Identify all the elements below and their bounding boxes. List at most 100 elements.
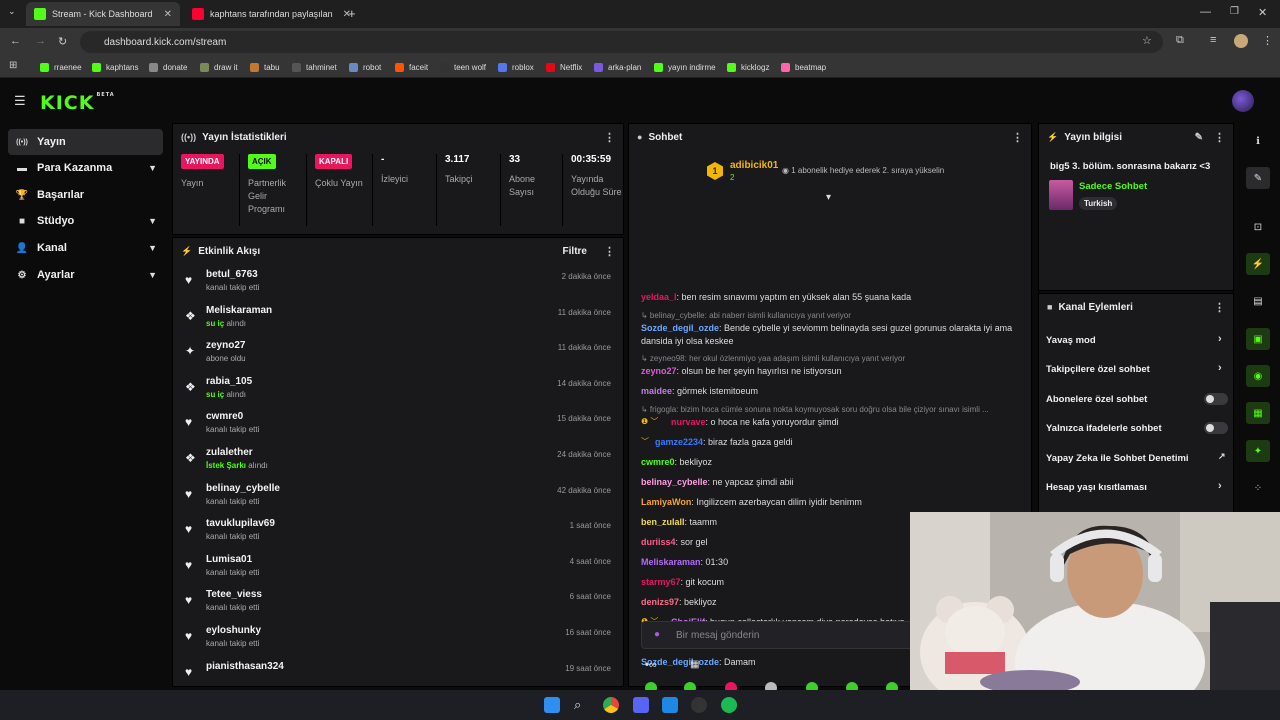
activity-username[interactable]: zeyno27 (206, 340, 245, 351)
close-tab-icon[interactable]: ✕ (164, 9, 172, 20)
bookmark[interactable]: rraenee (40, 59, 82, 75)
chat-username[interactable]: duriiss4 (641, 537, 676, 547)
activity-username[interactable]: Tetee_viess (206, 589, 262, 600)
activity-username[interactable]: Lumisa01 (206, 554, 252, 565)
action-slow-mode[interactable]: Yavaş mod (1046, 335, 1096, 346)
collapse-pinned-icon[interactable]: ▾ (826, 192, 831, 203)
chevron-right-icon[interactable]: › (1218, 333, 1222, 345)
document-icon[interactable]: ▤ (1246, 290, 1270, 312)
subscribers-only-toggle[interactable] (1204, 393, 1228, 405)
layout-icon[interactable]: ▦ (1246, 402, 1270, 424)
chat-username[interactable]: maidee (641, 386, 672, 396)
activity-username[interactable]: eyloshunky (206, 625, 261, 636)
bookmark[interactable]: roblox (498, 59, 534, 75)
chat-username[interactable]: nurvave (671, 417, 706, 427)
minimize-icon[interactable]: — (1200, 6, 1211, 18)
bookmark[interactable]: tabu (250, 59, 280, 75)
edit-icon[interactable]: ✎ (1195, 132, 1203, 143)
spotify-icon[interactable] (721, 697, 737, 713)
nav-item-studyo[interactable]: ■ Stüdyo ▼ (8, 208, 163, 234)
more-options-icon[interactable]: ⋮ (1012, 131, 1023, 144)
microphone-icon[interactable]: ● (654, 629, 660, 640)
forward-icon[interactable]: → (35, 35, 46, 47)
bookmark-star-icon[interactable]: ☆ (1142, 34, 1152, 47)
pinned-user[interactable]: adibicik01 (730, 160, 778, 171)
close-window-icon[interactable]: ✕ (1258, 6, 1267, 19)
search-icon[interactable]: ⌕ (574, 697, 590, 713)
tab-kick-dashboard[interactable]: Stream - Kick Dashboard ✕ (26, 2, 180, 26)
info-icon[interactable]: ℹ (1246, 130, 1270, 152)
nav-item-kanal[interactable]: 👤 Kanal ▼ (8, 235, 163, 261)
more-options-icon[interactable]: ⋮ (604, 131, 615, 144)
chat-username[interactable]: denizs97 (641, 597, 679, 607)
discord-icon[interactable] (633, 697, 649, 713)
back-icon[interactable]: ← (10, 35, 21, 47)
nav-item-ayarlar[interactable]: ⚙ Ayarlar ▼ (8, 262, 163, 288)
nav-item-yayin[interactable]: ((•)) Yayın (8, 129, 163, 155)
chat-username[interactable]: Meliskaraman (641, 557, 701, 567)
address-bar[interactable]: dashboard.kick.com/stream (80, 31, 1163, 53)
paint-icon[interactable] (662, 697, 678, 713)
more-options-icon[interactable]: ⋮ (604, 245, 615, 258)
category-thumbnail[interactable] (1049, 180, 1073, 210)
profile-avatar[interactable] (1234, 34, 1248, 48)
chat-input[interactable]: ● Bir mesaj gönderin (641, 621, 921, 649)
bookmark[interactable]: Netflix (546, 59, 582, 75)
chat-username[interactable]: belinay_cybelle (641, 477, 708, 487)
more-options-icon[interactable]: ⋮ (1214, 301, 1225, 314)
chat-icon[interactable]: ▣ (1246, 328, 1270, 350)
tab-youtube[interactable]: kaphtans tarafından paylaşılan ✕ (184, 2, 359, 26)
store-icon[interactable]: ▦ (690, 659, 699, 670)
bookmark[interactable]: donate (149, 59, 187, 75)
user-avatar[interactable] (1232, 90, 1254, 112)
activity-username[interactable]: betul_6763 (206, 269, 258, 280)
capture-icon[interactable]: ⊡ (1246, 216, 1270, 238)
emotes-only-toggle[interactable] (1204, 422, 1228, 434)
more-options-icon[interactable]: ⋮ (1214, 131, 1225, 144)
chevron-right-icon[interactable]: › (1218, 362, 1222, 374)
category-link[interactable]: Sadece Sohbet (1079, 181, 1147, 192)
bookmark[interactable]: kicklogz (727, 59, 769, 75)
edit-icon[interactable]: ✎ (1246, 167, 1270, 189)
activity-username[interactable]: belinay_cybelle (206, 483, 280, 494)
lightning-icon[interactable]: ⚡ (1246, 253, 1270, 275)
emote-picker-icon[interactable]: •∞ (645, 659, 657, 671)
chat-username[interactable]: Sozde_degil_ozde (641, 323, 719, 333)
chat-username[interactable]: starmy67 (641, 577, 681, 587)
new-tab-icon[interactable]: + (348, 6, 356, 21)
action-account-age[interactable]: Hesap yaşı kısıtlaması (1046, 482, 1147, 493)
reload-icon[interactable]: ↻ (58, 35, 67, 48)
external-link-icon[interactable]: ↗ (1218, 451, 1226, 462)
steam-icon[interactable] (691, 697, 707, 713)
chat-username[interactable]: LamiyaWon (641, 497, 691, 507)
activity-username[interactable]: cwmre0 (206, 411, 243, 422)
hamburger-menu-icon[interactable]: ☰ (14, 93, 28, 109)
activity-username[interactable]: pianisthasan324 (206, 661, 284, 672)
grid-icon[interactable]: ⁘ (1246, 477, 1270, 499)
bookmark[interactable]: robot (349, 59, 381, 75)
bookmark[interactable]: faceit (395, 59, 428, 75)
action-ai-moderation[interactable]: Yapay Zeka ile Sohbet Denetimi (1046, 453, 1189, 464)
media-icon[interactable]: ≡ (1210, 34, 1216, 46)
action-followers-only[interactable]: Takipçilere özel sohbet (1046, 364, 1150, 375)
maximize-icon[interactable]: ❐ (1230, 6, 1239, 17)
wrench-icon[interactable]: ✦ (1246, 440, 1270, 462)
menu-kebab-icon[interactable]: ⋮ (1262, 34, 1273, 47)
bookmark[interactable]: yayın indirme (654, 59, 716, 75)
activity-username[interactable]: zulalether (206, 447, 253, 458)
activity-username[interactable]: rabia_105 (206, 376, 252, 387)
nav-item-basarilar[interactable]: 🏆 Başarılar (8, 182, 163, 208)
windows-start-icon[interactable] (544, 697, 560, 713)
kick-logo[interactable]: KICK BETA (40, 92, 115, 114)
bookmark[interactable]: arka-plan (594, 59, 641, 75)
chevron-right-icon[interactable]: › (1218, 480, 1222, 492)
chrome-icon[interactable] (603, 697, 619, 713)
bookmark[interactable]: beatmap (781, 59, 826, 75)
chat-username[interactable]: gamze2234 (655, 437, 703, 447)
chat-username[interactable]: yeldaa_l (641, 292, 677, 302)
activity-username[interactable]: Meliskaraman (206, 305, 272, 316)
activity-username[interactable]: tavuklupilav69 (206, 518, 275, 529)
chat-username[interactable]: ben_zulall (641, 517, 685, 527)
bookmark[interactable]: teen wolf (440, 59, 486, 75)
bookmark[interactable]: kaphtans (92, 59, 138, 75)
